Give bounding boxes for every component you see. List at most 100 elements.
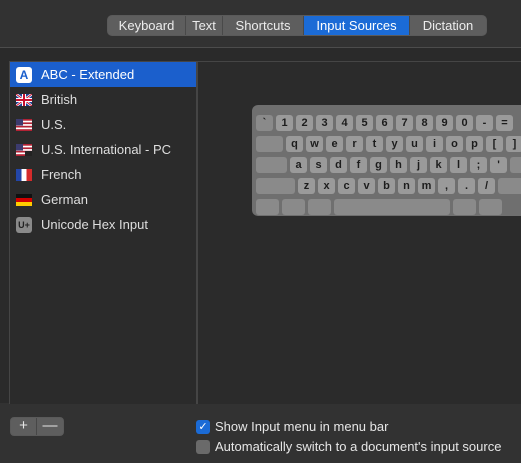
key: 3 [316,115,333,131]
list-item-german[interactable]: German [10,187,196,212]
list-item-french[interactable]: French [10,162,196,187]
key: v [358,178,375,194]
us-pc-flag-icon [16,143,32,156]
auto-switch-checkbox[interactable] [196,439,210,454]
key: = [496,115,513,131]
list-item-unicode-hex-input[interactable]: U+ Unicode Hex Input [10,212,196,237]
key: 9 [436,115,453,131]
key: 1 [276,115,293,131]
auto-switch-option[interactable]: Automatically switch to a document's inp… [196,439,501,454]
key: h [390,157,407,173]
tab-shortcuts[interactable]: Shortcuts [223,16,304,35]
keyboard-row-space [256,199,521,215]
abc-extended-icon: A [16,66,32,83]
key [308,199,331,215]
input-sources-list[interactable]: A ABC - Extended British U.S. U.S. Inter… [9,61,197,404]
show-input-menu-checkbox[interactable]: ✓ [196,419,210,434]
key: q [286,136,303,152]
key: ` [256,115,273,131]
source-label: Unicode Hex Input [41,217,148,232]
key [282,199,305,215]
key: z [298,178,315,194]
key [256,136,283,152]
source-label: ABC - Extended [41,67,135,82]
key: k [430,157,447,173]
key: / [478,178,495,194]
us-flag-icon [16,118,32,131]
remove-input-source-button[interactable]: — [37,418,63,435]
key: p [466,136,483,152]
spacebar-key [334,199,450,215]
key: 2 [296,115,313,131]
keyboard-layout-preview: ` 1 2 3 4 5 6 7 8 9 0 - = q w e r t y u … [252,105,521,216]
add-input-source-button[interactable]: + [11,418,37,435]
key: m [418,178,435,194]
key: 6 [376,115,393,131]
list-item-us[interactable]: U.S. [10,112,196,137]
show-input-menu-option[interactable]: ✓ Show Input menu in menu bar [196,419,388,434]
input-sources-panel: A ABC - Extended British U.S. U.S. Inter… [0,47,521,404]
key: a [290,157,307,173]
key: . [458,178,475,194]
key: e [326,136,343,152]
key: 0 [456,115,473,131]
germany-flag-icon [16,193,32,206]
list-item-british[interactable]: British [10,87,196,112]
key: o [446,136,463,152]
key [256,157,287,173]
key: x [318,178,335,194]
tab-text[interactable]: Text [186,16,223,35]
key: ' [490,157,507,173]
key: t [366,136,383,152]
key: 5 [356,115,373,131]
key: 7 [396,115,413,131]
key: b [378,178,395,194]
list-item-abc-extended[interactable]: A ABC - Extended [10,62,196,87]
input-sources-window: Keyboard Text Shortcuts Input Sources Di… [0,0,521,463]
key [256,178,295,194]
uk-flag-icon [16,93,32,106]
source-label: German [41,192,88,207]
key: [ [486,136,503,152]
key [479,199,502,215]
unicode-hex-icon: U+ [16,216,32,233]
tab-input-sources[interactable]: Input Sources [304,16,410,35]
key: 4 [336,115,353,131]
key [453,199,476,215]
tab-dictation[interactable]: Dictation [410,16,486,35]
list-item-us-international-pc[interactable]: U.S. International - PC [10,137,196,162]
key: u [406,136,423,152]
key: w [306,136,323,152]
key: i [426,136,443,152]
key [498,178,521,194]
key: ; [470,157,487,173]
key: c [338,178,355,194]
source-label: British [41,92,78,107]
key: n [398,178,415,194]
key: d [330,157,347,173]
key: j [410,157,427,173]
keyboard-row-home: a s d f g h j k l ; ' [256,157,521,173]
key: r [346,136,363,152]
key [256,199,279,215]
france-flag-icon [16,168,32,181]
keyboard-row-number: ` 1 2 3 4 5 6 7 8 9 0 - = [256,115,521,131]
key: ] [506,136,521,152]
source-label: French [41,167,82,182]
tab-keyboard[interactable]: Keyboard [108,16,186,35]
key: y [386,136,403,152]
keyboard-row-bottom: z x c v b n m , . / [256,178,521,194]
auto-switch-label: Automatically switch to a document's inp… [215,439,502,454]
key: 8 [416,115,433,131]
key: l [450,157,467,173]
show-input-menu-label: Show Input menu in menu bar [215,419,389,434]
list-edit-buttons: + — [10,417,64,436]
key: s [310,157,327,173]
key: - [476,115,493,131]
source-label: U.S. [41,117,67,132]
keyboard-row-top: q w e r t y u i o p [ ] [256,136,521,152]
key: , [438,178,455,194]
source-label: U.S. International - PC [41,142,172,157]
key [510,157,521,173]
key: g [370,157,387,173]
